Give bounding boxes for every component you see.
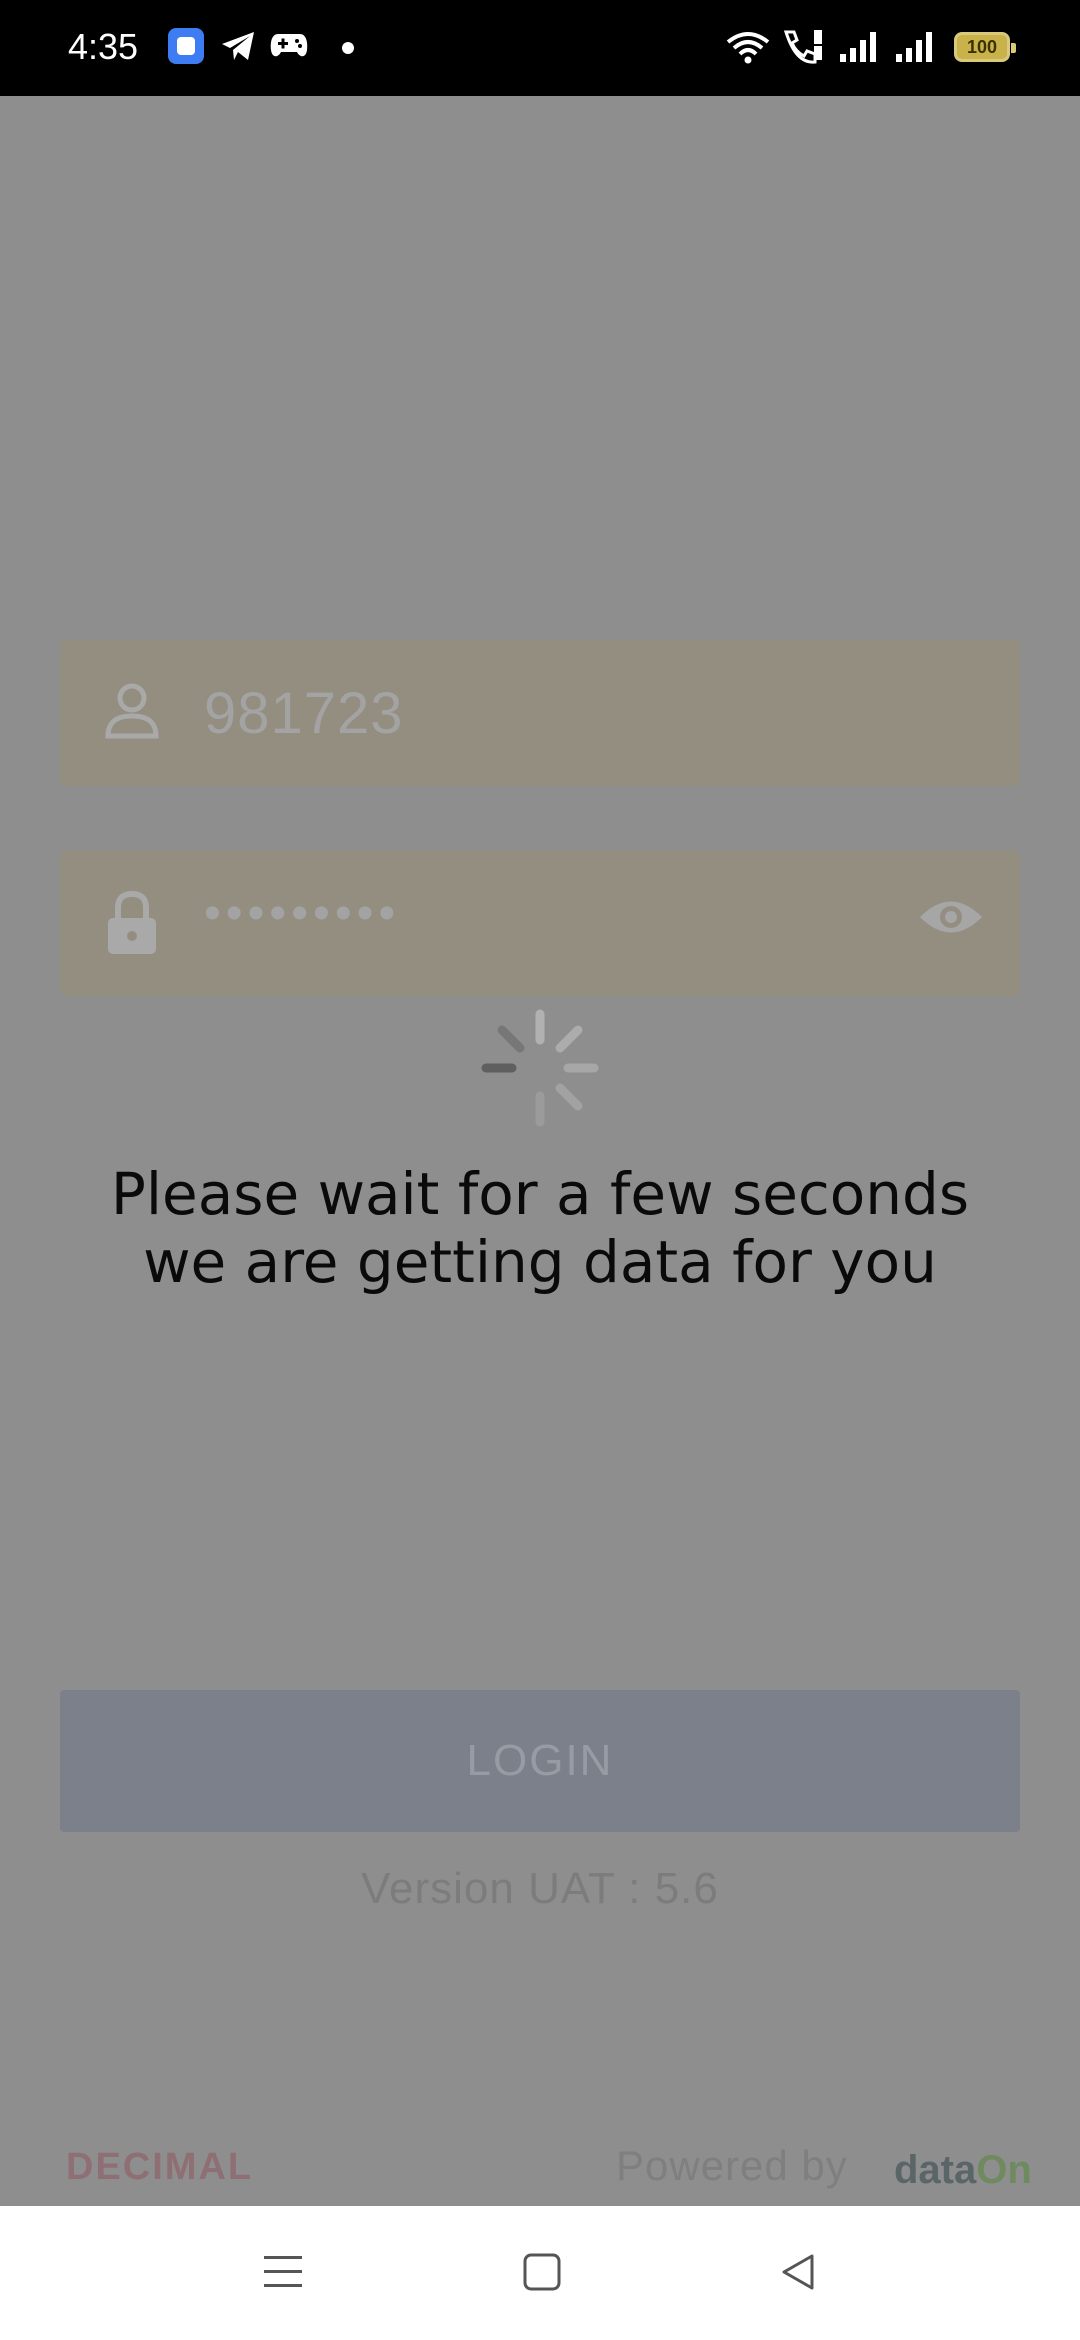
loading-message: Please wait for a few seconds we are get… bbox=[0, 1160, 1080, 1296]
home-icon[interactable] bbox=[522, 2252, 562, 2297]
battery-icon: 100 bbox=[954, 32, 1016, 62]
signal-icon bbox=[894, 30, 936, 69]
decimal-logo: DECIMAL bbox=[66, 2146, 254, 2188]
spinner-icon bbox=[480, 1008, 600, 1128]
dataon-logo-part1: data bbox=[894, 2148, 977, 2192]
status-time: 4:35 bbox=[68, 26, 139, 67]
username-value: 981723 bbox=[204, 681, 404, 746]
dataon-logo-part2: On bbox=[976, 2148, 1032, 2192]
loading-message-line2: we are getting data for you bbox=[143, 1228, 937, 1296]
user-icon bbox=[104, 680, 160, 745]
loading-message-line1: Please wait for a few seconds bbox=[110, 1160, 970, 1228]
navigation-bar bbox=[0, 2206, 1080, 2340]
wifi-calling-icon bbox=[780, 28, 824, 71]
eye-icon[interactable] bbox=[918, 894, 984, 945]
back-icon[interactable] bbox=[778, 2252, 818, 2297]
app-icon bbox=[168, 28, 204, 64]
wifi-icon bbox=[726, 30, 770, 69]
notification-dot bbox=[342, 42, 354, 54]
powered-by-label: Powered by bbox=[616, 2142, 848, 2189]
lock-icon bbox=[104, 890, 160, 961]
version-label: Version UAT : 5.6 bbox=[361, 1864, 719, 1913]
telegram-icon bbox=[220, 30, 256, 67]
username-field[interactable]: 981723 bbox=[60, 640, 1020, 786]
game-controller-icon bbox=[270, 30, 308, 65]
status-bar: 4:35 100 bbox=[0, 0, 1080, 96]
password-value: ••••••••• bbox=[204, 887, 401, 940]
password-field[interactable]: ••••••••• bbox=[60, 850, 1020, 996]
login-button[interactable]: LOGIN bbox=[60, 1690, 1020, 1832]
menu-icon[interactable] bbox=[262, 2252, 304, 2297]
dataon-logo: dataOn bbox=[894, 2148, 1032, 2193]
signal-icon bbox=[838, 30, 880, 69]
